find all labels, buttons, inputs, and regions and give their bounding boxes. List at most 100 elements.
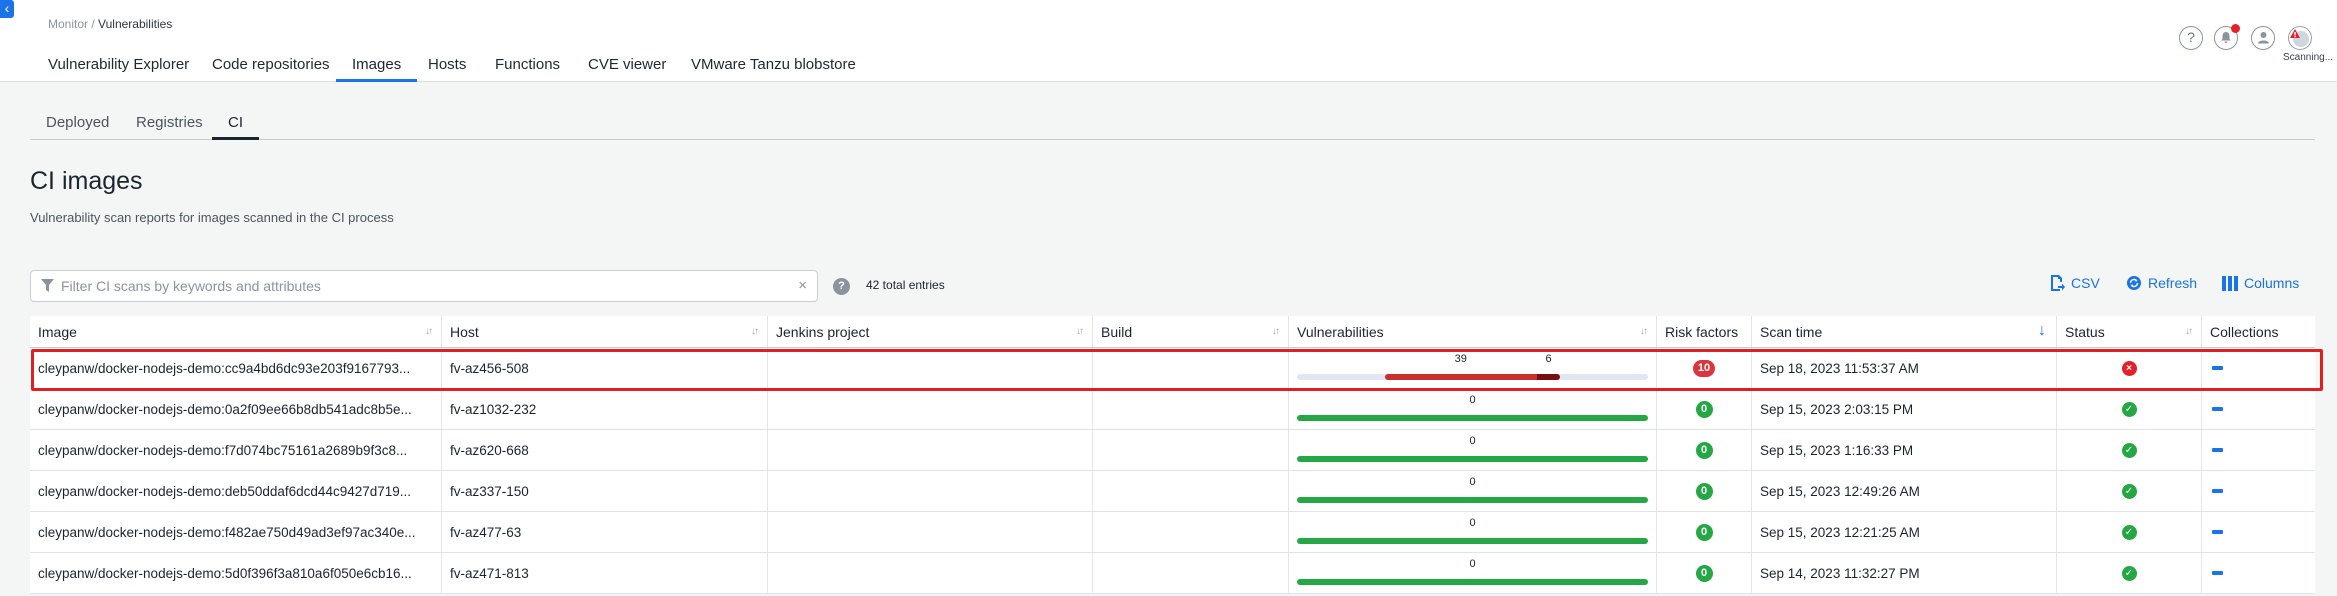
risk-factors-badge[interactable]: 10 <box>1692 359 1716 377</box>
vulnerability-bar[interactable]: 0 <box>1297 553 1648 593</box>
collection-marker-icon[interactable] <box>2212 407 2223 411</box>
table-row[interactable]: cleypanw/docker-nodejs-demo:cc9a4bd6dc93… <box>30 348 2315 389</box>
columns-button[interactable]: Columns <box>2222 275 2299 291</box>
vulnerability-count-label: 0 <box>1469 435 1476 447</box>
collapse-sidebar-button[interactable]: ‹ <box>0 0 14 18</box>
collection-marker-icon[interactable] <box>2212 571 2223 575</box>
image-name[interactable]: cleypanw/docker-nodejs-demo:f482ae750d49… <box>30 512 442 552</box>
subtab-deployed[interactable]: Deployed <box>46 114 109 131</box>
tab-code-repositories[interactable]: Code repositories <box>212 56 330 73</box>
table-row[interactable]: cleypanw/docker-nodejs-demo:f482ae750d49… <box>30 512 2315 553</box>
jenkins-project <box>768 389 1093 429</box>
vulnerability-bar[interactable]: 0 <box>1297 430 1648 470</box>
jenkins-project <box>768 471 1093 511</box>
scan-status-icon[interactable] <box>2288 26 2312 50</box>
column-header-collections[interactable]: Collections <box>2202 316 2315 347</box>
jenkins-project <box>768 348 1093 388</box>
tab-cve-viewer[interactable]: CVE viewer <box>588 56 666 73</box>
column-header-label: Vulnerabilities <box>1297 323 1384 340</box>
column-header-label: Collections <box>2210 323 2279 340</box>
collection-marker-icon[interactable] <box>2212 489 2223 493</box>
refresh-icon <box>2127 276 2141 290</box>
high-severity-segment[interactable] <box>1384 374 1537 380</box>
vulnerabilities-cell[interactable]: 0 <box>1289 512 1657 552</box>
image-name[interactable]: cleypanw/docker-nodejs-demo:f7d074bc7516… <box>30 430 442 470</box>
filter-icon <box>41 279 54 292</box>
tab-functions[interactable]: Functions <box>495 56 560 73</box>
vulnerabilities-cell[interactable]: 0 <box>1289 471 1657 511</box>
subtab-registries[interactable]: Registries <box>136 114 203 131</box>
column-header-host[interactable]: Host ↓↑ <box>442 316 768 347</box>
build <box>1093 512 1289 552</box>
risk-factors-badge[interactable]: 0 <box>1695 564 1713 582</box>
sort-icon[interactable]: ↓↑ <box>2185 326 2193 337</box>
page-subtitle: Vulnerability scan reports for images sc… <box>30 210 394 225</box>
collections-cell <box>2202 348 2315 388</box>
tab-hosts[interactable]: Hosts <box>428 56 466 73</box>
table-row[interactable]: cleypanw/docker-nodejs-demo:f7d074bc7516… <box>30 430 2315 471</box>
vulnerability-bar[interactable]: 0 <box>1297 389 1648 429</box>
collection-marker-icon[interactable] <box>2212 530 2223 534</box>
image-name[interactable]: cleypanw/docker-nodejs-demo:cc9a4bd6dc93… <box>30 348 442 388</box>
sort-icon[interactable]: ↓↑ <box>1076 326 1084 337</box>
sort-icon[interactable]: ↓↑ <box>1640 326 1648 337</box>
vulnerabilities-cell[interactable]: 0 <box>1289 430 1657 470</box>
collection-marker-icon[interactable] <box>2212 366 2223 370</box>
clear-filter-icon[interactable]: × <box>798 277 807 294</box>
sort-descending-icon[interactable]: ↓ <box>2038 322 2046 340</box>
table-body: cleypanw/docker-nodejs-demo:cc9a4bd6dc93… <box>30 348 2315 594</box>
help-icon[interactable]: ? <box>2179 26 2203 50</box>
host-name: fv-az471-813 <box>442 553 768 593</box>
user-icon[interactable] <box>2251 26 2275 50</box>
vulnerabilities-cell[interactable]: 0 <box>1289 553 1657 593</box>
entries-help-icon[interactable]: ? <box>833 278 850 295</box>
table-row[interactable]: cleypanw/docker-nodejs-demo:0a2f09ee66b8… <box>30 389 2315 430</box>
build <box>1093 553 1289 593</box>
column-header-scan-time[interactable]: Scan time ↓ <box>1752 316 2057 347</box>
collection-marker-icon[interactable] <box>2212 448 2223 452</box>
scanning-label: Scanning... <box>2283 52 2334 63</box>
column-header-label: Host <box>450 323 479 340</box>
subtab-ci[interactable]: CI <box>228 114 243 131</box>
column-header-vulnerabilities[interactable]: Vulnerabilities ↓↑ <box>1289 316 1657 347</box>
risk-factors-cell: 0 <box>1657 471 1752 511</box>
sort-icon[interactable]: ↓↑ <box>751 326 759 337</box>
vulnerabilities-cell[interactable]: 0 <box>1289 389 1657 429</box>
refresh-button[interactable]: Refresh <box>2126 275 2197 291</box>
critical-severity-segment[interactable] <box>1536 374 1561 380</box>
column-header-status[interactable]: Status ↓↑ <box>2057 316 2202 347</box>
breadcrumb-parent[interactable]: Monitor <box>48 17 88 31</box>
bell-icon[interactable] <box>2214 24 2240 50</box>
tab-vulnerability-explorer[interactable]: Vulnerability Explorer <box>48 56 189 73</box>
vulnerability-bar[interactable]: 39 6 <box>1297 348 1648 388</box>
table-row[interactable]: cleypanw/docker-nodejs-demo:5d0f396f3a81… <box>30 553 2315 594</box>
filter-input[interactable] <box>61 271 781 301</box>
tab-images[interactable]: Images <box>335 56 418 82</box>
image-name[interactable]: cleypanw/docker-nodejs-demo:0a2f09ee66b8… <box>30 389 442 429</box>
column-header-build[interactable]: Build ↓↑ <box>1093 316 1289 347</box>
vulnerability-bar[interactable]: 0 <box>1297 471 1648 511</box>
csv-label: CSV <box>2071 275 2100 291</box>
tab-vmware-tanzu-blobstore[interactable]: VMware Tanzu blobstore <box>691 56 856 73</box>
host-name: fv-az337-150 <box>442 471 768 511</box>
column-header-label: Jenkins project <box>776 323 870 340</box>
risk-factors-badge[interactable]: 0 <box>1695 523 1713 541</box>
no-vulnerabilities-bar <box>1297 456 1648 462</box>
risk-factors-badge[interactable]: 0 <box>1695 482 1713 500</box>
host-name: fv-az477-63 <box>442 512 768 552</box>
column-header-label: Status <box>2065 323 2105 340</box>
filter-box: × <box>30 270 818 302</box>
risk-factors-badge[interactable]: 0 <box>1695 441 1713 459</box>
sort-icon[interactable]: ↓↑ <box>425 326 433 337</box>
csv-button[interactable]: CSV <box>2051 275 2100 291</box>
image-name[interactable]: cleypanw/docker-nodejs-demo:deb50ddaf6dc… <box>30 471 442 511</box>
column-header-jenkins-project[interactable]: Jenkins project ↓↑ <box>768 316 1093 347</box>
column-header-risk-factors[interactable]: Risk factors <box>1657 316 1752 347</box>
image-name[interactable]: cleypanw/docker-nodejs-demo:5d0f396f3a81… <box>30 553 442 593</box>
vulnerabilities-cell[interactable]: 39 6 <box>1289 348 1657 388</box>
vulnerability-bar[interactable]: 0 <box>1297 512 1648 552</box>
risk-factors-badge[interactable]: 0 <box>1695 400 1713 418</box>
sort-icon[interactable]: ↓↑ <box>1272 326 1280 337</box>
column-header-image[interactable]: Image ↓↑ <box>30 316 442 347</box>
table-row[interactable]: cleypanw/docker-nodejs-demo:deb50ddaf6dc… <box>30 471 2315 512</box>
